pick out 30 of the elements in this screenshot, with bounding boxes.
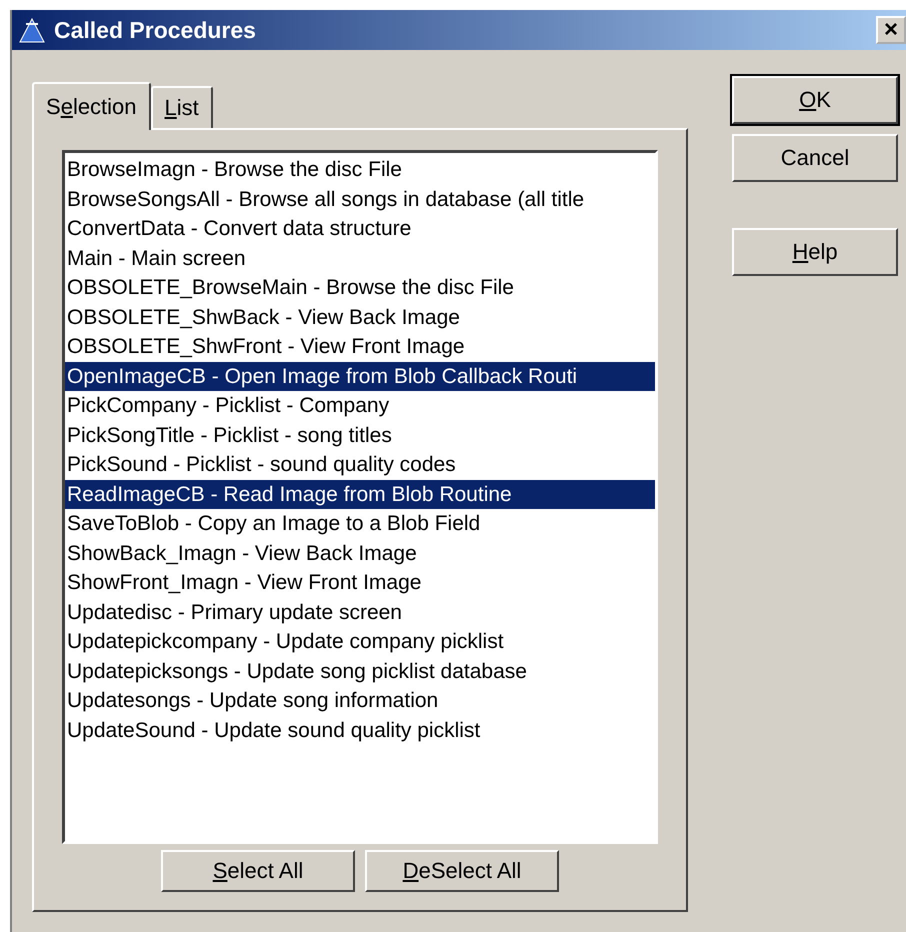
window-title: Called Procedures [54, 16, 257, 44]
list-item[interactable]: ConvertData - Convert data structure [65, 214, 655, 244]
select-all-button[interactable]: Select All [161, 850, 355, 892]
deselect-all-button[interactable]: DeSelect All [365, 850, 559, 892]
dialog-button[interactable]: Cancel [732, 134, 898, 182]
list-item[interactable]: PickSound - Picklist - sound quality codes [65, 450, 655, 480]
list-item[interactable]: SaveToBlob - Copy an Image to a Blob Field [65, 509, 655, 538]
list-item[interactable]: BrowseImagn - Browse the disc File [65, 155, 655, 184]
list-item[interactable]: Updatepickcompany - Update company picklist [65, 627, 655, 656]
list-item[interactable]: Main - Main screen [65, 244, 655, 273]
list-item[interactable]: ShowBack_Imagn - View Back Image [65, 538, 655, 568]
list-item[interactable]: BrowseSongsAll - Browse all songs in database (all title [65, 184, 655, 214]
list-item[interactable]: OBSOLETE_ShwBack - View Back Image [65, 302, 655, 332]
list-item[interactable]: UpdateSound - Update sound quality picklist [65, 716, 655, 745]
list-item[interactable]: OBSOLETE_ShwFront - View Front Image [65, 332, 655, 362]
list-item[interactable]: PickCompany - Picklist - Company [65, 391, 655, 420]
list-item[interactable]: Updatepicksongs - Update song picklist database [65, 656, 655, 686]
tab[interactable]: Selection [32, 82, 151, 130]
list-item[interactable]: ShowFront_Imagn - View Front Image [65, 568, 655, 598]
list-item[interactable]: ReadImageCB - Read Image from Blob Routine [65, 480, 655, 509]
list-item[interactable]: Updatesongs - Update song information [65, 686, 655, 716]
app-logo-icon [18, 16, 46, 44]
close-button[interactable]: × [876, 16, 906, 44]
list-item[interactable]: PickSongTitle - Picklist - song titles [65, 420, 655, 450]
dialog-button[interactable]: OK [732, 76, 898, 124]
list-item[interactable]: OpenImageCB - Open Image from Blob Callback Routi [65, 362, 655, 391]
tab[interactable]: List [150, 86, 213, 128]
dialog-button[interactable]: Help [732, 228, 898, 276]
list-item[interactable]: Updatedisc - Primary update screen [65, 598, 655, 627]
list-item[interactable]: OBSOLETE_BrowseMain - Browse the disc File [65, 273, 655, 302]
